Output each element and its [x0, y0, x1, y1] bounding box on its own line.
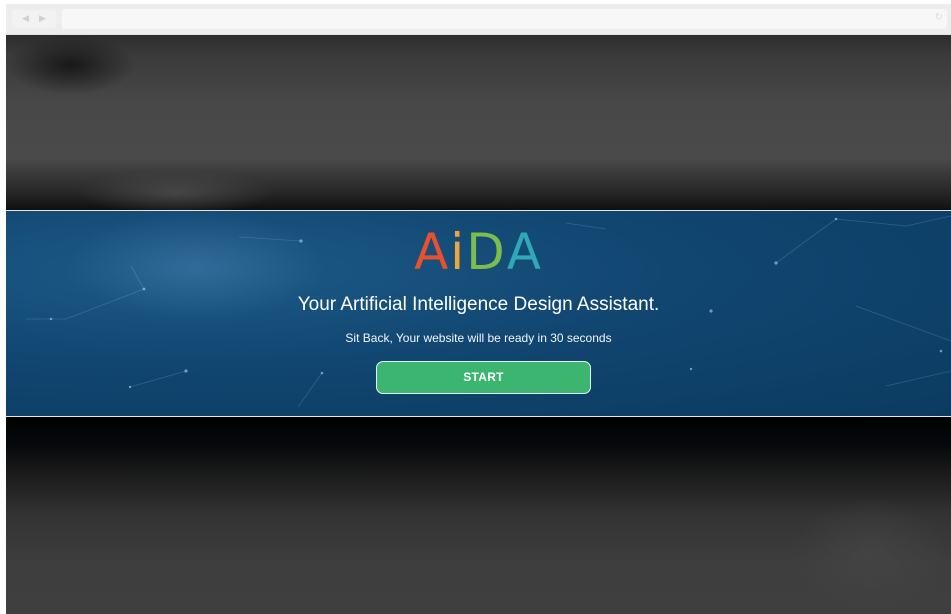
network-node: [128, 385, 132, 389]
nav-buttons: ◀ ▶: [12, 10, 56, 28]
screenshot-frame: ◀ ▶ ↻ AiDA Your Artificial Intelligence …: [0, 0, 951, 614]
background-blur-shape: [791, 497, 951, 614]
address-bar[interactable]: ↻: [62, 9, 947, 29]
background-blur-shape: [6, 35, 136, 95]
network-line: [297, 372, 323, 408]
logo-letter: i: [450, 223, 467, 281]
reload-icon[interactable]: ↻: [935, 12, 943, 23]
page-viewport: AiDA Your Artificial Intelligence Design…: [6, 35, 951, 614]
hero-banner: AiDA Your Artificial Intelligence Design…: [6, 210, 951, 417]
network-node: [320, 371, 324, 375]
blurred-background-bottom: [6, 417, 951, 614]
network-line: [129, 370, 187, 388]
network-node: [184, 369, 188, 373]
logo-letter: A: [506, 223, 543, 281]
back-arrow-icon[interactable]: ◀: [22, 13, 29, 25]
background-blur-shape: [76, 170, 276, 215]
network-node: [834, 217, 838, 221]
blurred-background-top: [6, 35, 951, 215]
logo-letter: A: [414, 223, 451, 281]
network-node: [49, 317, 53, 321]
network-line: [885, 370, 951, 387]
logo-letter: D: [466, 223, 507, 281]
network-node: [689, 367, 693, 371]
start-button[interactable]: START: [376, 361, 591, 394]
forward-arrow-icon[interactable]: ▶: [39, 13, 46, 25]
hero-headline: Your Artificial Intelligence Design Assi…: [297, 294, 660, 315]
aida-logo: AiDA: [6, 224, 951, 280]
browser-toolbar: ◀ ▶ ↻: [6, 4, 951, 35]
network-node: [939, 349, 943, 353]
hero-subline: Sit Back, Your website will be ready in …: [345, 331, 612, 345]
network-node: [142, 287, 146, 291]
